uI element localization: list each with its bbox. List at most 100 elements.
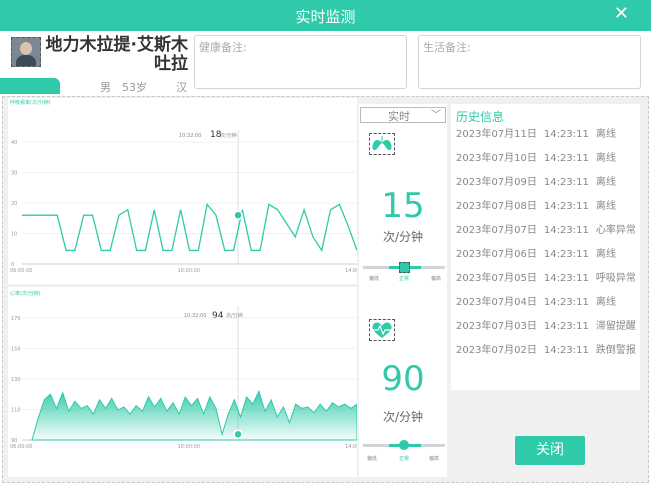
history-time: 14:23:11	[543, 129, 589, 140]
resp-tooltip-time: 10:32:00	[179, 133, 201, 139]
resp-highlight-point	[233, 210, 243, 220]
hr-ylabel: 心率(次/分钟)	[10, 290, 41, 297]
health-note-field[interactable]: 健康备注:	[194, 35, 407, 89]
hr-x-tick: 14:00:00	[345, 444, 357, 450]
history-date: 2023年07月03日	[456, 321, 537, 332]
history-row[interactable]: 2023年07月11日 14:23:11 离线	[456, 125, 616, 140]
resp-level-slider	[363, 262, 445, 273]
respiration-chart: 呼吸频率(次/分钟) 10:32:00 18 次/分钟 40 30 20 10 0 06:…	[8, 98, 357, 284]
history-row[interactable]: 2023年07月06日 14:23:11 离线	[456, 245, 616, 260]
history-event: 离线	[595, 297, 616, 308]
history-row[interactable]: 2023年07月10日 14:23:11 离线	[456, 149, 616, 164]
resp-y-tick: 10	[11, 232, 17, 238]
history-event: 离线	[595, 201, 616, 212]
close-icon[interactable]: ✕	[614, 3, 629, 24]
hr-level-normal: 正常	[399, 456, 410, 462]
close-button[interactable]: 关闭	[515, 436, 585, 465]
history-date: 2023年07月04日	[456, 297, 537, 308]
history-time: 14:23:11	[543, 177, 589, 188]
history-row[interactable]: 2023年07月07日 14:23:11 心率异常	[456, 221, 636, 236]
patient-gender: 男	[100, 81, 111, 94]
resp-series-line	[22, 202, 357, 253]
heart-rate-chart-svg: 心率(次/分钟) 10:32:00 94 次/分钟 17015013011090…	[10, 290, 357, 450]
resp-level-high: 偏高	[431, 276, 442, 282]
resp-y-tick: 40	[11, 140, 17, 146]
history-time: 14:23:11	[543, 201, 589, 212]
hr-level-low: 偏低	[367, 456, 378, 462]
patient-name: 地力木拉提·艾斯木吐拉	[45, 35, 188, 74]
resp-ylabel: 呼吸频率(次/分钟)	[10, 99, 51, 106]
hr-level-slider	[363, 440, 445, 450]
heart-rate-chart: 心率(次/分钟) 10:32:00 94 次/分钟 170 150 130 110 90…	[8, 287, 357, 477]
title-bar: 实时监测 ✕	[0, 0, 651, 31]
history-row[interactable]: 2023年07月09日 14:23:11 离线	[456, 173, 616, 188]
realtime-panel: 实时 ﹀ 15 次/分钟 偏低 正常 偏高 90 次/分钟 偏低 正常 偏高	[359, 104, 447, 477]
resp-x-tick: 06:00:00	[10, 268, 32, 274]
history-date: 2023年07月07日	[456, 225, 537, 236]
history-event: 跌倒警报	[595, 345, 636, 356]
avatar	[11, 37, 41, 67]
history-panel: 历史信息 2023年07月11日 14:23:11 离线 2023年07月10日 14:…	[451, 104, 640, 390]
resp-tooltip-unit: 次/分钟	[220, 132, 237, 139]
hr-y-tick: 130	[11, 377, 21, 383]
hr-x-tick: 06:00:00	[10, 444, 32, 450]
lungs-icon	[369, 133, 395, 155]
history-event: 离线	[595, 129, 616, 140]
mode-select-value: 实时	[388, 110, 410, 123]
history-row[interactable]: 2023年07月04日 14:23:11 离线	[456, 293, 616, 308]
history-event: 滞留提醒	[595, 321, 636, 332]
respiration-chart-svg: 呼吸频率(次/分钟) 10:32:00 18 次/分钟 40302010006:…	[10, 99, 357, 274]
patient-ethnicity: 汉	[176, 81, 187, 94]
history-date: 2023年07月05日	[456, 273, 537, 284]
resp-x-tick: 14:00:00	[345, 268, 357, 274]
resp-level-normal: 正常	[399, 276, 410, 282]
life-note-field[interactable]: 生活备注:	[418, 35, 641, 89]
history-date: 2023年07月08日	[456, 201, 537, 212]
patient-age: 53岁	[122, 81, 147, 94]
hr-unit: 次/分钟	[382, 410, 424, 424]
chevron-down-icon: ﹀	[431, 110, 441, 121]
hr-tooltip-value: 94	[212, 311, 224, 321]
mode-select[interactable]: 实时 ﹀	[360, 107, 446, 123]
history-date: 2023年07月06日	[456, 249, 537, 260]
hr-level-knob	[399, 440, 409, 450]
hr-y-tick: 150	[11, 347, 21, 353]
hr-y-tick: 110	[11, 408, 21, 414]
history-time: 14:23:11	[543, 249, 589, 260]
history-event: 心率异常	[595, 225, 636, 236]
heart-pulse-icon	[369, 319, 395, 341]
history-time: 14:23:11	[543, 345, 589, 356]
history-time: 14:23:11	[543, 273, 589, 284]
history-time: 14:23:11	[543, 153, 589, 164]
history-event: 呼吸异常	[595, 273, 636, 284]
window-title: 实时监测	[295, 8, 356, 26]
history-event: 离线	[595, 153, 616, 164]
patient-tab	[0, 78, 60, 94]
hr-highlight-point	[233, 429, 243, 440]
resp-unit: 次/分钟	[382, 230, 424, 244]
resp-value: 15	[381, 186, 425, 226]
history-row[interactable]: 2023年07月02日 14:23:11 跌倒警报	[456, 341, 636, 356]
hr-level-high: 偏高	[429, 456, 440, 462]
history-event: 离线	[595, 177, 616, 188]
life-note-label: 生活备注:	[423, 41, 471, 54]
history-row[interactable]: 2023年07月03日 14:23:11 滞留提醒	[456, 317, 636, 332]
hr-y-tick: 170	[11, 316, 21, 322]
history-row[interactable]: 2023年07月08日 14:23:11 离线	[456, 197, 616, 212]
history-date: 2023年07月10日	[456, 153, 537, 164]
resp-y-tick: 30	[11, 171, 17, 177]
history-title: 历史信息	[456, 110, 505, 124]
history-time: 14:23:11	[543, 225, 589, 236]
resp-level-knob	[399, 262, 410, 273]
history-date: 2023年07月09日	[456, 177, 537, 188]
health-note-label: 健康备注:	[199, 41, 247, 54]
hr-series-area	[31, 389, 357, 441]
history-row[interactable]: 2023年07月05日 14:23:11 呼吸异常	[456, 269, 636, 284]
resp-x-tick: 10:00:00	[178, 268, 200, 274]
hr-value: 90	[381, 359, 425, 399]
history-event: 离线	[595, 249, 616, 260]
history-date: 2023年07月11日	[456, 129, 537, 140]
history-date: 2023年07月02日	[456, 345, 537, 356]
hr-x-tick: 10:00:00	[178, 444, 200, 450]
resp-level-low: 偏低	[369, 276, 380, 282]
